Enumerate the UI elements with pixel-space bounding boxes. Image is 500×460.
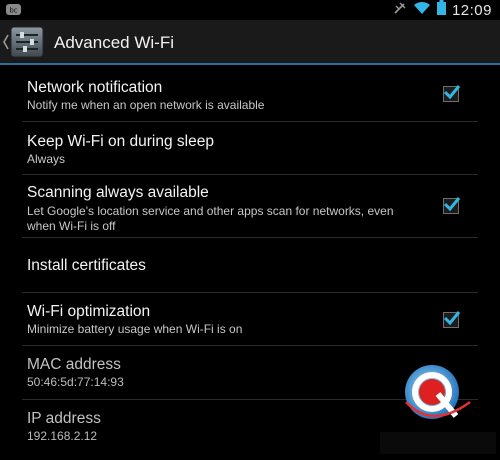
pref-title: IP address [27,410,101,427]
pref-title: Scanning always available [27,184,209,201]
page-title: Advanced Wi-Fi [54,33,174,52]
pref-keep-wifi-on-during-sleep[interactable]: Keep Wi-Fi on during sleep Always [0,122,500,175]
watermark-logo [376,358,500,455]
pref-summary: Minimize battery usage when Wi-Fi is on [27,322,243,336]
clock: 12:09 [451,1,492,19]
scanning-always-available-checkbox[interactable] [443,197,461,214]
wifi-optimization-checkbox[interactable] [443,311,461,328]
pref-summary: Always [27,152,66,166]
battery-icon [436,0,446,20]
mac-address-value: 50:46:5d:77:14:93 [27,375,124,389]
pref-title: Keep Wi-Fi on during sleep [27,133,214,150]
pref-title: Network notification [27,79,163,96]
pref-network-notification[interactable]: Network notification Notify me when an o… [0,65,500,122]
vibrate-icon [393,1,407,20]
pref-title: Wi-Fi optimization [27,303,151,320]
pref-scanning-always-available[interactable]: Scanning always available Let Google's l… [0,175,500,238]
action-bar: Advanced Wi-Fi [0,20,500,65]
settings-sliders-icon[interactable] [10,26,44,58]
pref-wifi-optimization[interactable]: Wi-Fi optimization Minimize battery usag… [0,293,500,346]
pref-summary: Notify me when an open network is availa… [27,98,265,112]
network-notification-checkbox[interactable] [443,85,461,102]
pref-title: Install certificates [27,257,146,274]
pref-summary: Let Google's location service and other … [27,204,394,233]
status-bar: bc 12:09 [0,0,500,20]
wifi-icon [413,1,431,20]
svg-text:bc: bc [9,7,17,15]
back-caret-icon[interactable] [2,34,10,50]
pref-title: MAC address [27,356,121,373]
pref-install-certificates[interactable]: Install certificates [0,238,500,293]
ip-address-value: 192.168.2.12 [27,429,98,443]
